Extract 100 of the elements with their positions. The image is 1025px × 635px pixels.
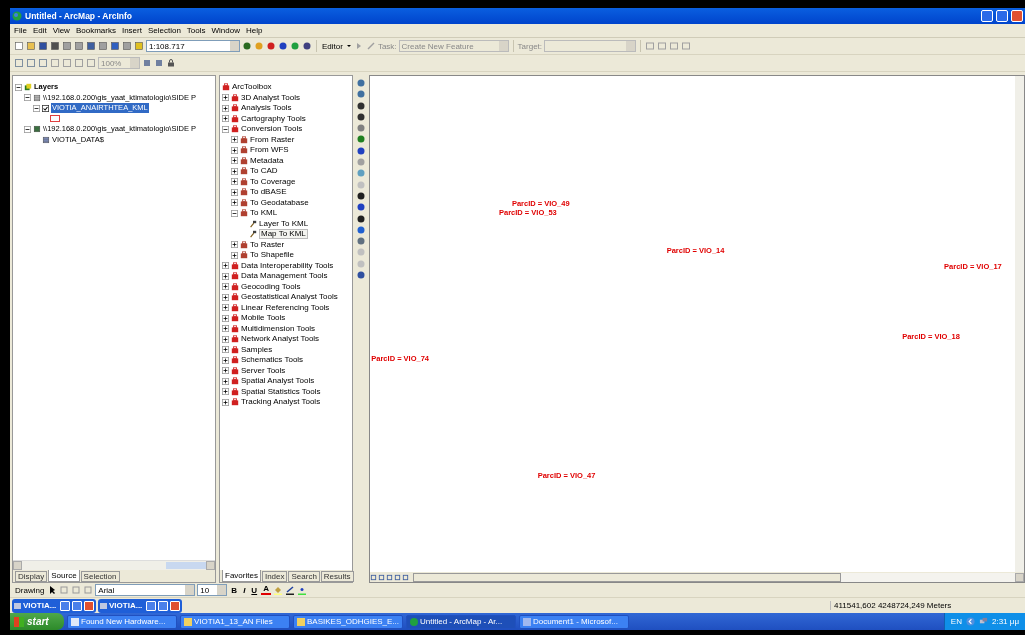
expand-toggle-icon[interactable] bbox=[231, 188, 238, 196]
taskbar-button[interactable]: Found New Hardware... bbox=[67, 614, 177, 629]
tree-item[interactable]: Data Management Tools bbox=[241, 271, 328, 282]
panel-tab[interactable]: Display bbox=[15, 571, 48, 582]
panel-tab[interactable]: Search bbox=[288, 571, 320, 582]
tool-icon[interactable] bbox=[356, 270, 366, 281]
expand-toggle-icon[interactable] bbox=[222, 335, 229, 343]
tree-item[interactable]: To Raster bbox=[250, 239, 285, 250]
taskbar-button[interactable]: BASIKES_ODHGIES_E... bbox=[293, 614, 403, 629]
expand-toggle-icon[interactable] bbox=[222, 304, 229, 312]
horizontal-scrollbar[interactable] bbox=[13, 560, 215, 570]
tree-item[interactable]: Network Analyst Tools bbox=[241, 334, 320, 345]
fill-color-icon[interactable] bbox=[272, 585, 283, 595]
minimize-button[interactable] bbox=[981, 10, 993, 22]
menu-item[interactable]: File bbox=[14, 26, 27, 35]
collapse-toggle-icon[interactable] bbox=[222, 125, 229, 133]
tree-item[interactable]: 3D Analyst Tools bbox=[241, 92, 300, 103]
tree-item[interactable]: Multidimension Tools bbox=[241, 323, 316, 334]
expand-toggle-icon[interactable] bbox=[231, 178, 238, 186]
line-color-icon[interactable] bbox=[284, 585, 295, 595]
expand-toggle-icon[interactable] bbox=[231, 199, 238, 207]
menu-item[interactable]: View bbox=[52, 26, 70, 35]
tree-item[interactable]: Analysis Tools bbox=[241, 103, 292, 114]
tree-item[interactable]: Schematics Tools bbox=[241, 355, 304, 366]
tree-item[interactable]: Data Interoperability Tools bbox=[241, 260, 334, 271]
tool-icon[interactable] bbox=[356, 145, 366, 156]
tree-item[interactable]: Map To KML bbox=[259, 229, 308, 240]
vertical-scrollbar[interactable] bbox=[1015, 76, 1024, 572]
panel-tab[interactable]: Results bbox=[320, 571, 354, 582]
tool-icon[interactable] bbox=[356, 202, 366, 213]
expand-toggle-icon[interactable] bbox=[222, 377, 229, 385]
expand-toggle-icon[interactable] bbox=[222, 367, 229, 375]
expand-toggle-icon[interactable] bbox=[222, 94, 229, 102]
panel-tab[interactable]: Source bbox=[48, 570, 80, 582]
font-size-combo[interactable]: 10 bbox=[197, 584, 228, 596]
font-color-button[interactable]: A bbox=[261, 585, 271, 595]
format-button[interactable]: I bbox=[241, 585, 248, 595]
expand-toggle-icon[interactable] bbox=[222, 356, 229, 364]
menu-item[interactable]: Window bbox=[211, 26, 240, 35]
expand-toggle-icon[interactable] bbox=[231, 251, 238, 259]
tree-item[interactable]: To Coverage bbox=[250, 176, 296, 187]
expand-toggle-icon[interactable] bbox=[231, 241, 238, 249]
floating-window-bar[interactable]: VIOTIA... bbox=[12, 598, 96, 613]
lock-icon[interactable] bbox=[166, 58, 176, 68]
tree-item[interactable]: ArcToolbox bbox=[232, 82, 272, 93]
tree-item[interactable]: To CAD bbox=[250, 166, 278, 177]
expand-toggle-icon[interactable] bbox=[222, 346, 229, 354]
menu-item[interactable]: Edit bbox=[32, 26, 47, 35]
expand-toggle-icon[interactable] bbox=[231, 157, 238, 165]
expand-toggle-icon[interactable] bbox=[231, 136, 238, 144]
tree-item[interactable]: Tracking Analyst Tools bbox=[241, 397, 321, 408]
menu-item[interactable]: Bookmarks bbox=[75, 26, 116, 35]
taskbar-button[interactable]: Document1 - Microsof... bbox=[519, 614, 629, 629]
tree-item[interactable]: Geocoding Tools bbox=[241, 281, 301, 292]
menu-item[interactable]: Tools bbox=[186, 26, 206, 35]
tool-icon[interactable] bbox=[356, 190, 366, 201]
tree-item[interactable]: Samples bbox=[241, 344, 273, 355]
tree-item[interactable]: To dBASE bbox=[250, 187, 287, 198]
tree-item[interactable]: From WFS bbox=[250, 145, 289, 156]
tree-item[interactable]: To KML bbox=[250, 208, 278, 219]
expand-toggle-icon[interactable] bbox=[222, 325, 229, 333]
collapse-toggle-icon[interactable] bbox=[231, 209, 238, 217]
restore-button[interactable] bbox=[996, 10, 1008, 22]
expand-toggle-icon[interactable] bbox=[222, 272, 229, 280]
tree-item[interactable]: From Raster bbox=[250, 134, 295, 145]
expand-toggle-icon[interactable] bbox=[231, 146, 238, 154]
menu-item[interactable]: Selection bbox=[147, 26, 181, 35]
expand-toggle-icon[interactable] bbox=[222, 314, 229, 322]
expand-toggle-icon[interactable] bbox=[222, 293, 229, 301]
taskbar-button[interactable]: VIOTIA1_13_AN Files bbox=[180, 614, 290, 629]
panel-tab[interactable]: Favorites bbox=[222, 570, 261, 582]
collapse-toggle-icon[interactable] bbox=[33, 104, 40, 112]
panel-tab[interactable]: Index bbox=[261, 571, 288, 582]
expand-toggle-icon[interactable] bbox=[222, 388, 229, 396]
tray-arrow-icon[interactable] bbox=[966, 617, 975, 626]
start-button[interactable]: start bbox=[10, 613, 64, 630]
editor-menu-button[interactable]: Editor bbox=[321, 41, 344, 51]
drawing-menu-button[interactable]: Drawing bbox=[14, 585, 46, 595]
tree-item[interactable]: Layer To KML bbox=[259, 218, 309, 229]
taskbar-button[interactable]: Untitled - ArcMap - Ar... bbox=[406, 614, 516, 629]
expand-toggle-icon[interactable] bbox=[222, 398, 229, 406]
tree-item[interactable]: Metadata bbox=[250, 155, 284, 166]
font-combo[interactable]: Arial bbox=[95, 584, 196, 596]
expand-toggle-icon[interactable] bbox=[222, 104, 229, 112]
tree-item[interactable]: To Geodatabase bbox=[250, 197, 309, 208]
tree-item[interactable]: Cartography Tools bbox=[241, 113, 306, 124]
collapse-toggle-icon[interactable] bbox=[15, 83, 22, 91]
collapse-toggle-icon[interactable] bbox=[24, 125, 31, 133]
horizontal-scrollbar[interactable] bbox=[413, 572, 1024, 582]
format-button[interactable]: U bbox=[249, 585, 260, 595]
tree-item[interactable]: Spatial Analyst Tools bbox=[241, 376, 315, 387]
tree-item[interactable]: Linear Referencing Tools bbox=[241, 302, 330, 313]
panel-tab[interactable]: Selection bbox=[80, 571, 120, 582]
tool-icon[interactable] bbox=[356, 111, 366, 122]
expand-toggle-icon[interactable] bbox=[222, 115, 229, 123]
expand-toggle-icon[interactable] bbox=[222, 262, 229, 270]
menu-item[interactable]: Insert bbox=[121, 26, 142, 35]
marker-color-icon[interactable] bbox=[296, 585, 307, 595]
tree-item[interactable]: To Shapefile bbox=[250, 250, 295, 261]
close-button[interactable] bbox=[1011, 10, 1023, 22]
